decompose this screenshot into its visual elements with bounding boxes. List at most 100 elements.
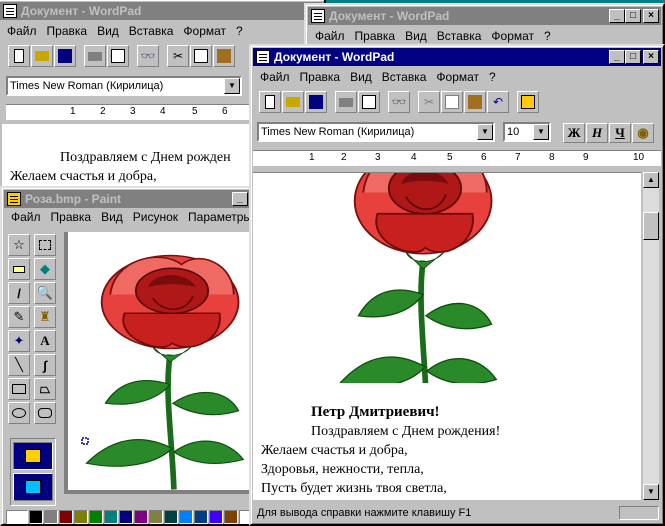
palette-swatch[interactable] (104, 510, 118, 524)
menu-edit[interactable]: Правка (42, 24, 93, 38)
close-button[interactable]: × (643, 9, 659, 23)
minimize-button[interactable]: _ (609, 9, 625, 23)
new-button[interactable] (259, 91, 281, 113)
menu-format[interactable]: Формат (178, 24, 231, 38)
close-button[interactable]: × (643, 50, 659, 64)
minimize-button[interactable]: _ (609, 50, 625, 64)
rect-select-tool[interactable] (34, 234, 56, 256)
palette-swatch[interactable] (149, 510, 163, 524)
palette-swatch[interactable] (134, 510, 148, 524)
palette-swatch[interactable] (179, 510, 193, 524)
brush-tool[interactable]: ♜ (34, 306, 56, 328)
menu-insert[interactable]: Вставка (377, 70, 432, 84)
paste-button[interactable] (464, 91, 486, 113)
cut-button[interactable]: ✂ (167, 45, 189, 67)
fill-tool[interactable]: ◆ (34, 258, 56, 280)
menu-view[interactable]: Вид (400, 29, 432, 43)
transparent-option[interactable] (13, 473, 53, 501)
maximize-button[interactable]: □ (625, 50, 641, 64)
pencil-tool[interactable]: ✎ (8, 306, 30, 328)
paint-titlebar[interactable]: Роза.bmp - Paint _ (4, 190, 250, 208)
font-combo[interactable]: Times New Roman (Кирилица) ▼ (6, 76, 242, 96)
cut-button[interactable]: ✂ (418, 91, 440, 113)
polygon-tool[interactable]: ⏢ (34, 378, 56, 400)
palette-swatch[interactable] (29, 510, 43, 524)
menu-edit[interactable]: Правка (46, 210, 97, 224)
undo-button[interactable]: ↶ (487, 91, 509, 113)
print-button[interactable] (335, 91, 357, 113)
find-button[interactable]: 👓 (388, 91, 410, 113)
palette-swatch[interactable] (194, 510, 208, 524)
eraser-tool[interactable] (8, 258, 30, 280)
paste-button[interactable] (213, 45, 235, 67)
paint-window[interactable]: Роза.bmp - Paint _ Файл Правка Вид Рисун… (0, 186, 254, 526)
palette-swatch[interactable] (119, 510, 133, 524)
preview-button[interactable] (358, 91, 380, 113)
text-tool[interactable]: A (34, 330, 56, 352)
airbrush-tool[interactable]: ✦ (8, 330, 30, 352)
menu-view[interactable]: Вид (92, 24, 124, 38)
new-button[interactable] (8, 45, 30, 67)
menu-file[interactable]: Файл (2, 24, 42, 38)
color-picker-tool[interactable]: / (8, 282, 30, 304)
palette-swatch[interactable] (164, 510, 178, 524)
free-select-tool[interactable]: ☆ (8, 234, 30, 256)
document-area[interactable]: Петр Дмитриевич! Поздравляем с Днем рожд… (253, 172, 641, 500)
paint-canvas[interactable] (68, 232, 252, 490)
color-button[interactable]: ◉ (632, 123, 654, 143)
line-tool[interactable]: ╲ (8, 354, 30, 376)
curve-tool[interactable]: ∫ (34, 354, 56, 376)
scroll-thumb[interactable] (643, 212, 659, 240)
maximize-button[interactable]: □ (625, 9, 641, 23)
palette-swatch[interactable] (89, 510, 103, 524)
font-combo[interactable]: Times New Roman (Кирилица) ▼ (257, 122, 495, 142)
menu-edit[interactable]: Правка (350, 29, 401, 43)
menu-help[interactable]: ? (231, 24, 248, 38)
scroll-up-button[interactable]: ▲ (643, 172, 659, 188)
underline-button[interactable]: Ч (609, 123, 631, 143)
menu-view[interactable]: Вид (96, 210, 128, 224)
minimize-button[interactable]: _ (232, 192, 248, 206)
menu-help[interactable]: ? (484, 70, 501, 84)
menu-format[interactable]: Формат (431, 70, 484, 84)
wordpad-window-front[interactable]: Документ - WordPad _ □ × Файл Правка Вид… (249, 44, 665, 526)
save-button[interactable] (305, 91, 327, 113)
chevron-down-icon[interactable]: ▼ (533, 124, 549, 140)
chevron-down-icon[interactable]: ▼ (477, 124, 493, 140)
palette-swatch[interactable] (6, 510, 28, 524)
palette-swatch[interactable] (224, 510, 238, 524)
preview-button[interactable] (107, 45, 129, 67)
ellipse-tool[interactable] (8, 402, 30, 424)
opaque-option[interactable] (13, 442, 53, 470)
menu-file[interactable]: Файл (6, 210, 46, 224)
paint-canvas-area[interactable] (64, 232, 252, 494)
menu-edit[interactable]: Правка (295, 70, 346, 84)
menu-format[interactable]: Формат (486, 29, 539, 43)
menu-help[interactable]: ? (539, 29, 556, 43)
wordpad-front-titlebar[interactable]: Документ - WordPad _ □ × (253, 48, 661, 66)
find-button[interactable]: 👓 (137, 45, 159, 67)
menu-image[interactable]: Рисунок (128, 210, 183, 224)
scroll-down-button[interactable]: ▼ (643, 484, 659, 500)
size-combo[interactable]: 10 ▼ (503, 122, 551, 142)
open-button[interactable] (282, 91, 304, 113)
palette-swatch[interactable] (74, 510, 88, 524)
vertical-scrollbar[interactable]: ▲ ▼ (643, 172, 659, 500)
save-button[interactable] (54, 45, 76, 67)
menu-file[interactable]: Файл (310, 29, 350, 43)
open-button[interactable] (31, 45, 53, 67)
copy-button[interactable] (441, 91, 463, 113)
chevron-down-icon[interactable]: ▼ (224, 78, 240, 94)
copy-button[interactable] (190, 45, 212, 67)
insert-object-button[interactable] (517, 91, 539, 113)
rectangle-tool[interactable] (8, 378, 30, 400)
menu-file[interactable]: Файл (255, 70, 295, 84)
palette-swatch[interactable] (209, 510, 223, 524)
menu-options[interactable]: Параметры (183, 210, 252, 224)
menu-view[interactable]: Вид (345, 70, 377, 84)
palette-swatch[interactable] (59, 510, 73, 524)
wordpad-back-titlebar[interactable]: Документ - WordPad (0, 2, 322, 20)
menu-insert[interactable]: Вставка (432, 29, 487, 43)
magnifier-tool[interactable]: 🔍 (34, 282, 56, 304)
palette-swatch[interactable] (44, 510, 58, 524)
